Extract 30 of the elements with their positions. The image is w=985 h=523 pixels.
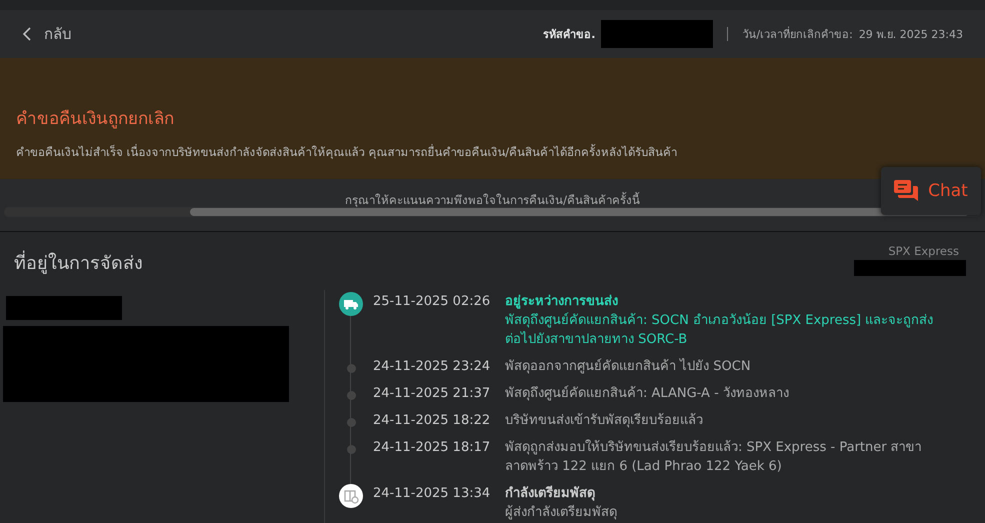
event-description: พัสดุออกจากศูนย์คัดแยกสินค้า ไปยัง SOCN <box>505 357 752 376</box>
event-title: อยู่ระหว่างการขนส่ง <box>505 293 619 311</box>
event-title: กำลังเตรียมพัสดุ <box>505 484 596 503</box>
horizontal-scrollbar[interactable] <box>4 207 981 217</box>
chevron-left-icon <box>22 27 32 41</box>
carrier-name: SPX Express <box>888 244 959 258</box>
event-time: 24-11-2025 18:17 <box>372 439 492 457</box>
event-time: 24-11-2025 13:34 <box>372 485 492 503</box>
section-title: ที่อยู่ในการจัดส่ง <box>14 244 143 290</box>
event-description: พัสดุถูกส่งมอบให้บริษัทขนส่งเรียบร้อยแล้ว: SPX Express - Partner สาขา ลาดพร้าว 122 แยก 6 (Lad Phrao 122 Yaek 6) <box>505 438 923 476</box>
truck-icon <box>339 292 363 316</box>
chat-button[interactable]: Chat <box>881 167 981 215</box>
event-time: 24-11-2025 21:37 <box>372 385 492 403</box>
event-time: 25-11-2025 02:26 <box>372 293 492 311</box>
banner-message: คำขอคืนเงินไม่สำเร็จ เนื่องจากบริษัทขนส่งกำลังจัดส่งสินค้าให้คุณแล้ว คุณสามารถยื่นคำขอคืนเงิน/คืนสินค้าได้อีกครั้งหลังได้รับสินค้า <box>16 143 678 161</box>
event-description: บริษัทขนส่งเข้ารับพัสดุเรียบร้อยแล้ว <box>505 412 704 430</box>
chat-icon <box>894 180 918 202</box>
package-icon <box>339 484 363 508</box>
event-description: พัสดุถึงศูนย์คัดแยกสินค้า: ALANG-A - วังทองหลาง <box>505 384 790 403</box>
rating-prompt: กรุณาให้คะแนนความพึงพอใจในการคืนเงิน/คืนสินค้าครั้งนี้ <box>345 193 640 207</box>
event-time: 24-11-2025 18:22 <box>372 412 492 430</box>
cancel-time-label: วัน/เวลาที่ยกเลิกคำขอ: <box>742 26 853 43</box>
event-time: 24-11-2025 23:24 <box>372 358 492 376</box>
cancel-time: 29 พ.ย. 2025 23:43 <box>858 27 963 43</box>
banner-title: คำขอคืนเงินถูกยกเลิก <box>16 108 175 131</box>
request-id-label: รหัสคำขอ. <box>543 27 596 43</box>
event-description: พัสดุถึงศูนย์คัดแยกสินค้า: SOCN อำเภอวังน้อย [SPX Express] และจะถูกส่งต่อไปยังสาขาปลายทาง SORC-B <box>505 312 934 349</box>
back-button[interactable]: กลับ <box>22 22 72 46</box>
event-description: ผู้ส่งกำลังเตรียมพัสดุ <box>505 504 618 522</box>
divider <box>727 27 728 41</box>
